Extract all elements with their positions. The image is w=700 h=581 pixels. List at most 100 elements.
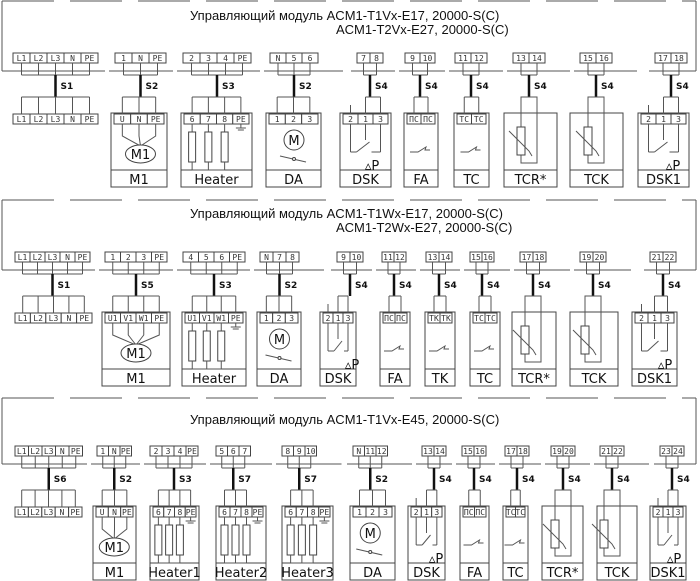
- cable-label: S4: [568, 475, 581, 485]
- terminal-label: L3: [48, 253, 58, 262]
- terminal-label: 2: [154, 447, 159, 456]
- thermistor-icon: [583, 126, 593, 156]
- terminal-label: N: [112, 508, 117, 517]
- device-fa: 9 10 S4 FA ПС ПС: [403, 52, 439, 188]
- terminal-label: ТС: [459, 115, 469, 124]
- cable-label: S4: [677, 475, 690, 485]
- terminal-label: V1: [202, 314, 212, 323]
- device-label: TCK: [604, 566, 630, 581]
- device-label: TCK: [581, 372, 607, 387]
- device-label: Heater3: [281, 566, 333, 581]
- terminal-label: 18: [518, 447, 528, 456]
- damper-pivot-icon: [277, 356, 282, 360]
- terminal-label: PE: [187, 447, 197, 456]
- pressure-symbol: ▵P: [658, 358, 673, 373]
- terminal-label: ТК: [429, 314, 439, 323]
- terminal-label: L3: [51, 54, 61, 63]
- terminal-label: PE: [122, 508, 132, 517]
- cable-label: S4: [534, 82, 547, 92]
- terminal-label: 13: [423, 447, 433, 456]
- cable-label: S4: [399, 281, 412, 291]
- terminal-label: L2: [30, 508, 40, 517]
- terminal-label: U1: [108, 314, 118, 323]
- terminal-label: PE: [71, 447, 81, 456]
- heater-element-icon: [204, 131, 213, 163]
- terminal-label: L3: [51, 115, 61, 124]
- pressure-symbol: ▵P: [365, 159, 380, 174]
- device-tcr-star: 13 14 S4 TCR*: [503, 52, 558, 188]
- motor-symbol: M1: [131, 148, 151, 163]
- terminal-label: 1: [424, 508, 429, 517]
- terminal-label: 5: [292, 54, 297, 63]
- cable-label: S2: [375, 475, 388, 485]
- terminal-label: 11: [365, 447, 375, 456]
- terminal-label: PE: [79, 314, 89, 323]
- damper-motor-symbol: M: [288, 134, 299, 149]
- cable-label: S4: [444, 281, 457, 291]
- terminal-label: ТС: [506, 508, 516, 517]
- terminal-label: 3: [676, 115, 681, 124]
- terminal-label: L1: [17, 115, 27, 124]
- module-title: Управляющий модуль ACM1-T1Vx-E45, 20000-…: [190, 412, 499, 427]
- terminal-label: 24: [673, 447, 683, 456]
- terminal-label: 1: [652, 314, 657, 323]
- terminal-label: 20: [564, 447, 574, 456]
- terminal-label: 12: [395, 253, 405, 262]
- terminal-label: 1: [666, 508, 671, 517]
- pressure-symbol: ▵P: [667, 552, 682, 567]
- device-fa: 15 16 S4 FA ПС ПС: [459, 445, 492, 581]
- cable-label: S4: [522, 475, 535, 485]
- terminal-label: 10: [306, 447, 316, 456]
- cable-label: S4: [601, 82, 614, 92]
- terminal-label: ПС: [384, 314, 394, 323]
- terminal-label: PE: [70, 508, 80, 517]
- cable-label: S7: [304, 475, 317, 485]
- device-tk: 13 14 S4 TK ТК ТК: [424, 251, 457, 387]
- cable-label: S4: [425, 82, 438, 92]
- cable-label: S4: [375, 82, 388, 92]
- device-da: N 11 12S2DA1 2 3M: [349, 445, 396, 581]
- wiring-diagram: Управляющий модуль ACM1-T1Vx-E17, 20000-…: [1, 0, 697, 581]
- terminal-label: U: [120, 115, 125, 124]
- terminal-label: L1: [18, 314, 28, 323]
- cable-label: S2: [146, 82, 159, 92]
- device-label: Heater1: [148, 566, 200, 581]
- terminal-label: ТК: [441, 314, 451, 323]
- terminal-label: ТС: [486, 314, 496, 323]
- terminal-label: 15: [583, 54, 593, 63]
- terminal-label: 8: [222, 115, 227, 124]
- pressure-symbol: ▵P: [666, 159, 681, 174]
- device-dsk: 13 14S4DSK2 1 3▵P: [407, 445, 452, 581]
- device-dsk1: 23 24 S4 DSK1 2 1 3 ▵P: [649, 445, 690, 581]
- terminal-label: 3: [141, 253, 146, 262]
- terminal-label: PE: [236, 115, 246, 124]
- heater-element-icon: [154, 524, 163, 556]
- heater-element-icon: [231, 524, 240, 556]
- cable-label: S4: [479, 475, 492, 485]
- terminal-label: 9: [297, 447, 302, 456]
- terminal-label: L2: [30, 447, 40, 456]
- cable-label: S2: [119, 475, 132, 485]
- device-label: TK: [431, 372, 449, 387]
- device-label: TC: [506, 566, 523, 581]
- device-label: FA: [413, 173, 428, 188]
- terminal-label: PE: [154, 314, 164, 323]
- terminal-label: 3: [289, 314, 294, 323]
- device-tck: 15 16 S4 TCK: [569, 52, 624, 188]
- device-label: DSK: [413, 566, 440, 581]
- terminal-label: 7: [299, 508, 304, 517]
- device-label: M1: [126, 372, 146, 387]
- terminal-label: L2: [33, 253, 43, 262]
- heater-element-icon: [188, 330, 197, 362]
- cable-label: S4: [439, 475, 452, 485]
- terminal-label: 12: [474, 54, 484, 63]
- terminal-label: 21: [652, 253, 662, 262]
- pressure-symbol: ▵P: [345, 358, 360, 373]
- device-m1: 1 N PES2M1U N PEM1: [92, 445, 137, 581]
- terminal-label: 6: [219, 253, 224, 262]
- device-label: FA: [467, 566, 482, 581]
- terminal-label: ПС: [396, 314, 406, 323]
- terminal-label: 21: [601, 447, 611, 456]
- terminal-label: 6: [156, 508, 161, 517]
- device-label: TC: [476, 372, 493, 387]
